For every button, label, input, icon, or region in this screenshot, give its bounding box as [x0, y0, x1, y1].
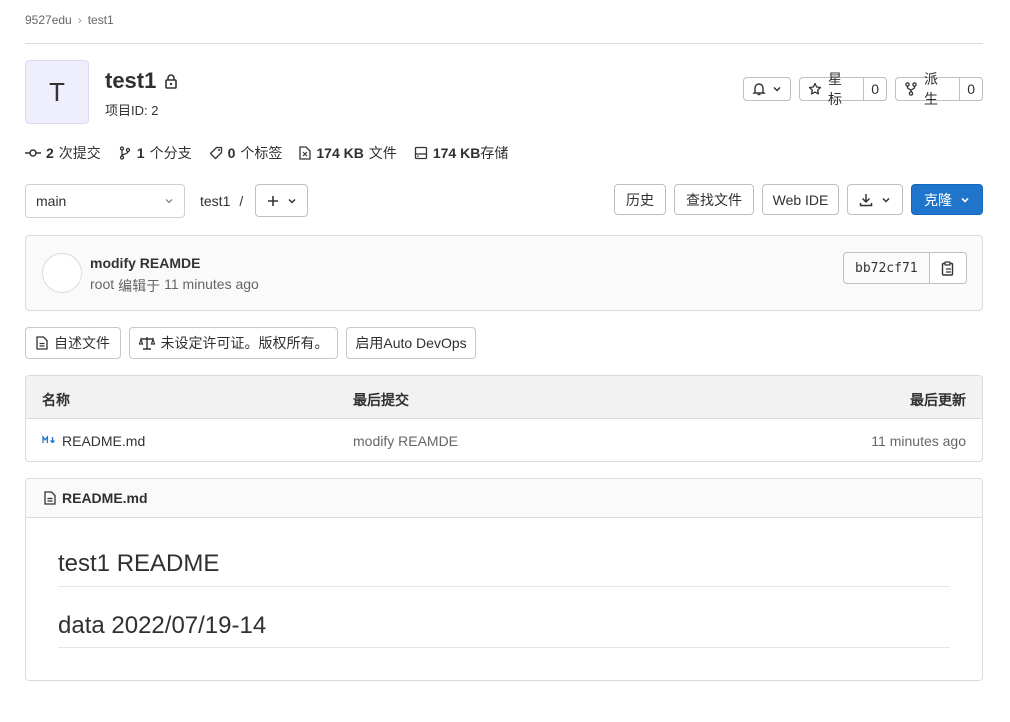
stat-commits[interactable]: 2 次提交 [25, 143, 101, 163]
project-stats: 2 次提交 1 个分支 0 个标签 174 KB 文件 174 KB 存储 [25, 143, 508, 163]
column-header-last-update: 最后更新 [910, 392, 966, 408]
find-file-button[interactable]: 查找文件 [674, 184, 754, 215]
readme-panel: README.md test1 README data 2022/07/19-1… [25, 478, 983, 681]
readme-filename[interactable]: README.md [62, 490, 148, 506]
storage-icon [414, 146, 428, 160]
file-table-header: 名称 最后提交 最后更新 [26, 376, 982, 419]
document-icon [44, 491, 56, 505]
commit-meta: root 编辑于 11 minutes ago [90, 276, 259, 296]
commits-label: 次提交 [58, 145, 101, 161]
readme-heading-2: data 2022/07/19-14 [58, 612, 267, 639]
project-title: test1 [105, 68, 178, 94]
license-label: 未设定许可证。版权所有。 [160, 335, 329, 351]
branches-count: 1 [136, 145, 145, 161]
breadcrumb-group[interactable]: 9527edu [25, 13, 72, 27]
breadcrumb-project[interactable]: test1 [88, 13, 114, 27]
branch-name: main [36, 193, 67, 209]
header-divider [25, 43, 983, 44]
table-row: README.md modify REAMDE 11 minutes ago [26, 420, 982, 461]
chevron-down-icon [287, 196, 297, 206]
readme-heading-divider [58, 586, 950, 587]
stat-branches[interactable]: 1 个分支 [118, 143, 192, 163]
auto-devops-button[interactable]: 启用Auto DevOps [346, 327, 476, 359]
scale-icon [138, 336, 155, 350]
storage-label: 存储 [480, 145, 509, 161]
tags-count: 0 [227, 145, 236, 161]
column-header-last-commit: 最后提交 [353, 392, 409, 408]
readme-button[interactable]: 自述文件 [25, 327, 121, 359]
star-button[interactable]: 星标 0 [799, 71, 887, 107]
path-breadcrumb: test1 / [200, 193, 243, 209]
commit-message[interactable]: modify REAMDE [90, 255, 200, 271]
stat-files[interactable]: 174 KB 文件 [299, 143, 397, 163]
commit-author[interactable]: root [90, 276, 114, 296]
readme-header: README.md [26, 479, 982, 518]
markdown-icon [42, 435, 57, 445]
fork-icon [904, 82, 918, 96]
lock-icon [164, 73, 178, 89]
author-avatar[interactable] [42, 253, 82, 293]
file-name-link[interactable]: README.md [62, 433, 145, 449]
project-id: 项目ID: 2 [105, 103, 159, 118]
commit-time: 11 minutes ago [164, 276, 259, 292]
add-dropdown-button[interactable] [255, 184, 308, 217]
path-root[interactable]: test1 [200, 193, 230, 209]
commit-icon [25, 146, 41, 160]
files-label: 文件 [368, 145, 397, 161]
readme-heading-1: test1 README [58, 550, 220, 577]
clipboard-icon [941, 260, 954, 276]
branches-label: 个分支 [149, 145, 192, 161]
chevron-down-icon [881, 195, 891, 205]
download-icon [859, 193, 873, 207]
breadcrumb-separator: › [77, 13, 82, 27]
star-icon [808, 82, 822, 96]
column-header-name: 名称 [42, 392, 70, 408]
commits-count: 2 [46, 145, 54, 161]
fork-button[interactable]: 派生 0 [895, 71, 983, 107]
files-size: 174 KB [316, 145, 364, 161]
branch-selector[interactable]: main [25, 184, 185, 218]
chevron-down-icon [772, 84, 782, 94]
commit-sha[interactable]: bb72cf71 [844, 253, 930, 283]
tag-icon [209, 146, 223, 160]
tags-label: 个标签 [240, 145, 283, 161]
fork-label: 派生 [924, 71, 938, 107]
plus-icon [267, 195, 279, 207]
file-size-icon [299, 146, 312, 160]
readme-heading-divider [58, 647, 950, 648]
clone-button[interactable]: 克隆 [911, 184, 983, 215]
stat-storage[interactable]: 174 KB 存储 [414, 143, 508, 163]
commit-authored-label: 编辑于 [118, 278, 161, 294]
chevron-down-icon [164, 196, 174, 206]
stat-tags[interactable]: 0 个标签 [209, 143, 283, 163]
bell-icon [752, 82, 766, 96]
web-ide-button[interactable]: Web IDE [762, 184, 839, 215]
history-button[interactable]: 历史 [614, 184, 666, 215]
file-table: 名称 最后提交 最后更新 README.md modify REAMDE 11 … [25, 375, 983, 462]
project-avatar: T [25, 60, 89, 124]
breadcrumb: 9527edu › test1 [25, 13, 114, 27]
license-button[interactable]: 未设定许可证。版权所有。 [129, 327, 338, 359]
document-icon [36, 336, 48, 350]
last-commit-panel: modify REAMDE root 编辑于 11 minutes ago bb… [25, 235, 983, 311]
project-name: test1 [105, 68, 157, 93]
path-separator: / [239, 193, 244, 209]
storage-size: 174 KB [432, 145, 481, 161]
download-button[interactable] [847, 184, 903, 215]
chevron-down-icon [960, 195, 970, 205]
readme-label: 自述文件 [54, 335, 110, 351]
notification-button[interactable] [743, 77, 791, 101]
star-label: 星标 [828, 71, 842, 107]
file-updated-time: 11 minutes ago [871, 433, 966, 449]
commit-sha-group: bb72cf71 [843, 252, 967, 284]
fork-count[interactable]: 0 [959, 78, 982, 100]
file-commit-link[interactable]: modify REAMDE [353, 433, 458, 449]
copy-sha-button[interactable] [930, 253, 966, 283]
clone-label: 克隆 [924, 191, 952, 208]
branch-icon [118, 146, 132, 160]
star-count[interactable]: 0 [863, 78, 886, 100]
